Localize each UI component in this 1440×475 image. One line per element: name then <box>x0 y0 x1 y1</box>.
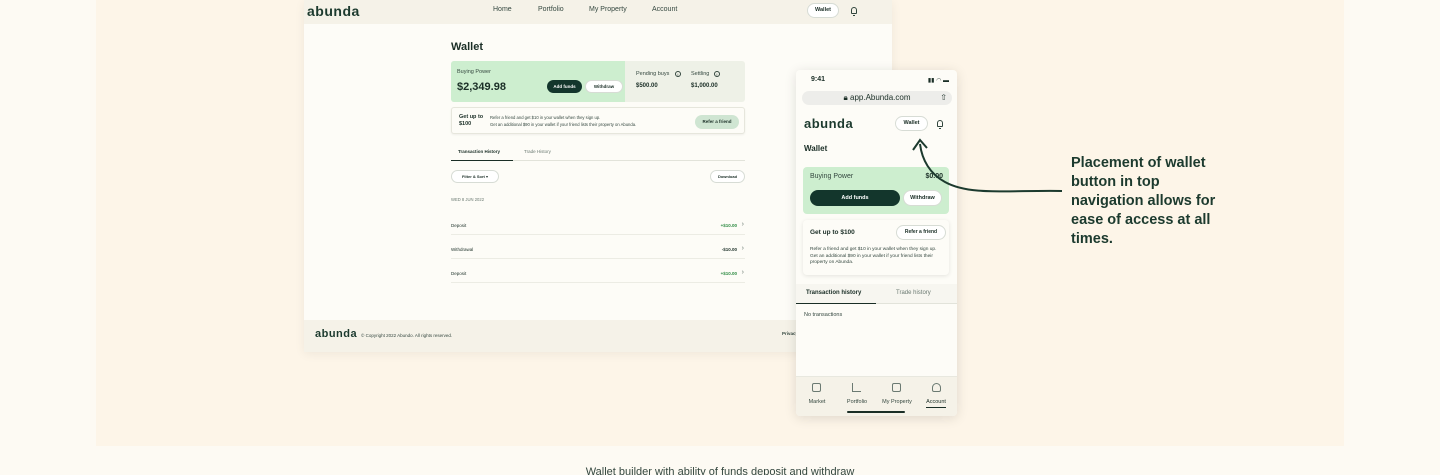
caption-text: Wallet builder with ability of funds dep… <box>585 466 855 475</box>
referral-banner: Get up to $100 Refer a friend and get $1… <box>451 107 745 134</box>
mobile-active-tab-indicator <box>796 303 876 304</box>
home-icon <box>892 383 901 392</box>
mobile-refer-friend-button[interactable]: Refer a friend <box>896 225 946 240</box>
mobile-referral-title: Get up to $100 <box>810 229 855 236</box>
bell-icon[interactable] <box>937 120 943 129</box>
referral-line-1: Refer a friend and get $10 in your walle… <box>490 115 601 120</box>
lock-icon: 🔒︎ <box>843 93 848 102</box>
mobile-tab-transaction-history[interactable]: Transaction history <box>806 290 861 296</box>
address-text: app.Abunda.com <box>850 93 911 102</box>
active-tab-indicator <box>451 160 513 161</box>
bell-icon[interactable] <box>851 7 857 16</box>
settling-value: $1,000.00 <box>691 83 718 89</box>
mobile-wallet-button[interactable]: Wallet <box>895 116 928 131</box>
buying-power-label: Buying Power <box>457 69 491 75</box>
chevron-right-icon: › <box>741 245 744 252</box>
table-row[interactable]: Deposit +$10.00 › <box>451 269 745 283</box>
filter-sort-button[interactable]: Filter & Sort ▾ <box>451 170 499 183</box>
status-time: 9:41 <box>811 76 826 83</box>
bottom-nav-market[interactable]: Market <box>797 399 837 405</box>
mobile-referral-card: Get up to $100 Refer a friend Refer a fr… <box>803 220 949 275</box>
balance-card: Buying Power $2,349.98 Add funds Withdra… <box>451 61 745 102</box>
bottom-nav-portfolio[interactable]: Portfolio <box>837 399 877 405</box>
info-icon[interactable]: i <box>714 71 720 77</box>
chevron-right-icon: › <box>741 221 744 228</box>
withdraw-button[interactable]: Withdraw <box>585 80 623 93</box>
footer-copyright: © Copyright 2022 Abundo. All rights rese… <box>361 333 453 338</box>
bottom-nav-account[interactable]: Account <box>916 399 956 405</box>
empty-state: No transactions <box>804 312 843 318</box>
footer-logo[interactable]: abunda <box>315 328 357 340</box>
mobile-buying-power-label: Buying Power <box>810 173 854 180</box>
pending-buys-label: Pending buys <box>636 71 670 77</box>
date-header: WED 8 JUN 2022 <box>451 197 485 202</box>
active-nav-indicator <box>926 407 946 408</box>
download-button[interactable]: Download <box>710 170 745 183</box>
home-indicator <box>847 411 905 413</box>
mobile-logo[interactable]: abunda <box>804 116 853 131</box>
desktop-top-nav: abunda Home Portfolio My Property Accoun… <box>304 0 892 24</box>
referral-title: Get up to $100 <box>459 114 484 127</box>
mobile-referral-text: Refer a friend and get $10 in your walle… <box>810 247 937 265</box>
transaction-type: Withdrawal <box>451 247 474 252</box>
callout-text: Placement of wallet button in top naviga… <box>1071 155 1216 247</box>
status-icons: ▮▮ ◠ ▬ <box>927 78 949 84</box>
mobile-add-funds-button[interactable]: Add funds <box>810 190 900 206</box>
page-title: Wallet <box>451 41 483 53</box>
mobile-mockup: 9:41 ▮▮ ◠ ▬ 🔒︎ app.Abunda.com ⇧ abunda W… <box>796 70 957 416</box>
chevron-right-icon: › <box>741 269 744 276</box>
mobile-tab-trade-history[interactable]: Trade history <box>896 290 931 296</box>
callout-arrow <box>912 138 1063 193</box>
transaction-amount: +$10.00 <box>720 223 737 228</box>
nav-home[interactable]: Home <box>493 6 512 13</box>
mobile-page-title: Wallet <box>804 144 828 153</box>
mobile-bottom-nav: Market Portfolio My Property Account <box>796 376 957 416</box>
nav-my-property[interactable]: My Property <box>589 6 627 13</box>
address-bar[interactable]: 🔒︎ app.Abunda.com ⇧ <box>802 91 952 105</box>
settling-label: Settling <box>691 71 710 77</box>
buying-power-panel: Buying Power $2,349.98 Add funds Withdra… <box>451 61 625 102</box>
tab-transaction-history[interactable]: Transaction History <box>458 149 500 154</box>
table-row[interactable]: Withdrawal -$10.00 › <box>451 245 745 259</box>
table-row[interactable]: Deposit +$10.00 › <box>451 221 745 235</box>
tab-trade-history[interactable]: Trade History <box>524 149 551 154</box>
refer-friend-button[interactable]: Refer a friend <box>695 115 739 129</box>
buying-power-value: $2,349.98 <box>457 81 506 93</box>
desktop-logo[interactable]: abunda <box>307 3 360 19</box>
info-icon[interactable]: i <box>675 71 681 77</box>
status-bar: 9:41 ▮▮ ◠ ▬ <box>796 70 957 90</box>
history-tabs: Transaction History Trade History <box>451 143 745 161</box>
transaction-amount: +$10.00 <box>720 271 737 276</box>
chart-icon <box>852 383 861 392</box>
share-icon[interactable]: ⇧ <box>940 91 947 105</box>
bottom-nav-my-property[interactable]: My Property <box>877 399 917 405</box>
transaction-type: Deposit <box>451 271 467 276</box>
add-funds-button[interactable]: Add funds <box>547 80 582 93</box>
transaction-type: Deposit <box>451 223 467 228</box>
filter-sort-label: Filter & Sort <box>461 174 485 179</box>
pending-buys-value: $500.00 <box>636 83 658 89</box>
nav-portfolio[interactable]: Portfolio <box>538 6 564 13</box>
user-icon <box>932 383 941 392</box>
transaction-amount: -$10.00 <box>721 247 737 252</box>
mobile-history-tabs: Transaction history Trade history <box>796 284 957 304</box>
wallet-button[interactable]: Wallet <box>807 3 839 18</box>
referral-line-2: Get an additional $90 in your wallet if … <box>490 122 637 127</box>
nav-account[interactable]: Account <box>652 6 677 13</box>
market-icon <box>812 383 821 392</box>
